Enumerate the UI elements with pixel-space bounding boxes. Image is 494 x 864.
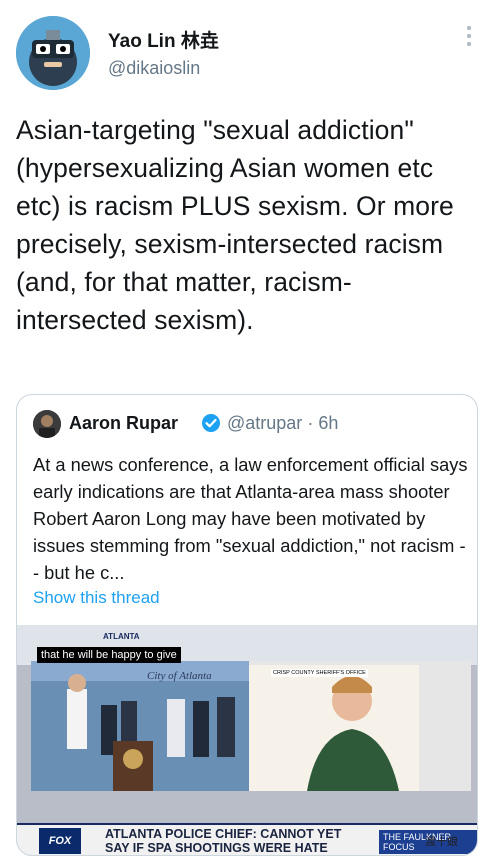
author-handle[interactable]: @dikaioslin — [108, 58, 200, 79]
quoted-author-handle[interactable]: @atrupar — [227, 413, 302, 433]
show-thread-link[interactable]: Show this thread — [33, 588, 160, 608]
video-thumbnail[interactable]: City of Atlanta ATLANTA that he will be … — [17, 625, 477, 855]
chyron-text: ATLANTA POLICE CHIEF: CANNOT YET SAY IF … — [105, 827, 342, 855]
quoted-time: · 6h — [307, 413, 339, 433]
video-caption: that he will be happy to give — [37, 647, 181, 663]
more-vertical-icon[interactable] — [464, 26, 474, 50]
watermark: 渡十娘 — [425, 836, 458, 848]
media-top-banner: ATLANTA — [103, 632, 140, 641]
quoted-tweet-text: At a news conference, a law enforcement … — [33, 454, 468, 583]
tweet-header: Yao Lin 林垚 @dikaioslin — [16, 16, 478, 92]
svg-text:City of Atlanta: City of Atlanta — [147, 670, 212, 682]
quoted-tweet-header: Aaron Rupar @atrupar · 6h — [33, 409, 463, 439]
network-logo: FOX — [39, 828, 81, 854]
author-name[interactable]: Yao Lin 林垚 — [108, 26, 219, 53]
quoted-author-name[interactable]: Aaron Rupar — [69, 413, 178, 434]
quoted-author-handle-time[interactable]: @atrupar · 6h — [227, 413, 338, 434]
news-chyron: FOX ATLANTA POLICE CHIEF: CANNOT YET SAY… — [17, 823, 477, 855]
quoted-author-avatar[interactable] — [33, 410, 61, 438]
tweet-text: Asian-targeting "sexual addiction" (hype… — [16, 115, 454, 335]
inset-label: CRISP COUNTY SHERIFF'S OFFICE — [271, 669, 368, 677]
verified-badge-icon — [201, 413, 221, 433]
quoted-tweet[interactable]: Aaron Rupar @atrupar · 6h At a news conf… — [16, 394, 478, 856]
author-avatar[interactable] — [16, 16, 90, 90]
